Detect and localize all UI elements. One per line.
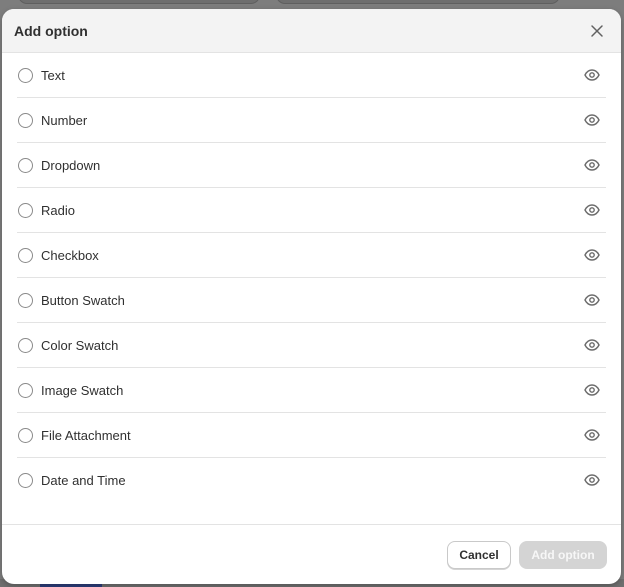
radio-button[interactable]	[18, 472, 33, 488]
dialog-footer: Cancel Add option	[2, 524, 621, 584]
option-radio[interactable]: Radio	[17, 188, 606, 233]
background-field	[18, 0, 260, 4]
radio-button[interactable]	[18, 67, 33, 83]
option-label: File Attachment	[41, 427, 131, 443]
eye-icon[interactable]	[582, 425, 602, 445]
cancel-button[interactable]: Cancel	[447, 540, 511, 569]
eye-icon[interactable]	[582, 155, 602, 175]
eye-icon[interactable]	[582, 200, 602, 220]
option-text[interactable]: Text	[17, 53, 606, 98]
radio-button[interactable]	[18, 382, 33, 398]
radio-button[interactable]	[18, 157, 33, 173]
add-option-button[interactable]: Add option	[519, 540, 607, 569]
radio-button[interactable]	[18, 427, 33, 443]
eye-icon[interactable]	[582, 335, 602, 355]
option-label: Image Swatch	[41, 382, 124, 398]
dialog-header: Add option	[2, 9, 621, 53]
option-label: Checkbox	[41, 247, 99, 263]
option-date-and-time[interactable]: Date and Time	[17, 458, 606, 502]
background-field	[276, 0, 560, 4]
radio-button[interactable]	[18, 247, 33, 263]
add-option-dialog: Add option Text Number Dropdown Radio Ch…	[2, 9, 621, 584]
option-label: Date and Time	[41, 472, 126, 488]
option-label: Text	[41, 67, 65, 83]
option-number[interactable]: Number	[17, 98, 606, 143]
option-label: Dropdown	[41, 157, 101, 173]
close-icon	[591, 24, 603, 37]
eye-icon[interactable]	[582, 110, 602, 130]
radio-button[interactable]	[18, 292, 33, 308]
radio-button[interactable]	[18, 337, 33, 353]
eye-icon[interactable]	[582, 65, 602, 85]
option-list: Text Number Dropdown Radio Checkbox Butt…	[2, 53, 621, 502]
option-file-attachment[interactable]: File Attachment	[17, 413, 606, 458]
option-label: Number	[41, 112, 88, 128]
option-color-swatch[interactable]: Color Swatch	[17, 323, 606, 368]
eye-icon[interactable]	[582, 470, 602, 490]
eye-icon[interactable]	[582, 380, 602, 400]
eye-icon[interactable]	[582, 290, 602, 310]
option-label: Radio	[41, 202, 75, 218]
option-button-swatch[interactable]: Button Swatch	[17, 278, 606, 323]
option-dropdown[interactable]: Dropdown	[17, 143, 606, 188]
dialog-title: Add option	[14, 22, 88, 39]
eye-icon[interactable]	[582, 245, 602, 265]
option-image-swatch[interactable]: Image Swatch	[17, 368, 606, 413]
radio-button[interactable]	[18, 112, 33, 128]
radio-button[interactable]	[18, 202, 33, 218]
option-checkbox[interactable]: Checkbox	[17, 233, 606, 278]
close-button[interactable]	[585, 19, 609, 43]
option-label: Color Swatch	[41, 337, 119, 353]
option-label: Button Swatch	[41, 292, 125, 308]
